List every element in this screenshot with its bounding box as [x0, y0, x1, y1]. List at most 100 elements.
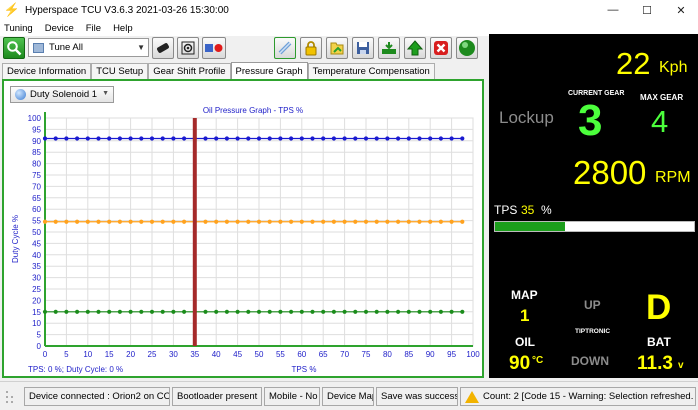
x-tick-label: 100: [466, 350, 480, 359]
series-2-point: [117, 219, 122, 224]
series-1-point: [310, 136, 315, 141]
y-tick-label: 100: [28, 114, 42, 123]
eraser-button[interactable]: [152, 37, 174, 59]
y-tick-label: 30: [32, 274, 41, 283]
series-1-point: [203, 136, 208, 141]
save-button[interactable]: [352, 37, 374, 59]
title-bar: ⚡ Hyperspace TCU V3.6.3 2021-03-26 15:30…: [0, 0, 698, 20]
menu-device[interactable]: Device: [45, 23, 74, 34]
series-3-point: [267, 309, 272, 314]
chip-write-icon: [382, 42, 396, 54]
y-tick-label: 15: [32, 308, 41, 317]
series-3-point: [64, 309, 69, 314]
y-tick-label: 80: [32, 160, 41, 169]
series-2-point: [460, 219, 465, 224]
y-tick-label: 10: [32, 319, 41, 328]
capture-button[interactable]: [177, 37, 199, 59]
series-3-point: [53, 309, 58, 314]
search-button[interactable]: [3, 37, 25, 59]
series-3-point: [182, 309, 187, 314]
series-3-point: [149, 309, 155, 314]
open-file-button[interactable]: [326, 37, 348, 59]
series-3-point: [203, 309, 208, 314]
series-1-point: [460, 136, 465, 141]
red-x-icon: [434, 41, 448, 55]
x-tick-label: 60: [297, 350, 306, 359]
menu-file[interactable]: File: [86, 23, 101, 34]
app-window: ⚡ Hyperspace TCU V3.6.3 2021-03-26 15:30…: [0, 0, 698, 410]
series-2-point: [203, 219, 208, 224]
series-3-point: [128, 309, 133, 314]
save-status: Save was successful!: [376, 387, 458, 406]
bat-label: BAT: [647, 335, 671, 349]
warning-status[interactable]: Count: 2 [Code 15 - Warning: Selection r…: [460, 387, 696, 406]
series-3-point: [449, 309, 454, 314]
series-2-point: [310, 219, 315, 224]
series-3-point: [385, 309, 390, 314]
tps-progress-bar: [494, 221, 695, 232]
tune-icon: [33, 42, 44, 53]
x-tick-label: 10: [83, 350, 92, 359]
series-1-point: [342, 136, 347, 141]
window-title: Hyperspace TCU V3.6.3 2021-03-26 15:30:0…: [25, 4, 229, 16]
lock-icon: [305, 41, 317, 56]
series-1-point: [139, 136, 144, 141]
series-1-point: [117, 136, 122, 141]
cancel-button[interactable]: [430, 37, 452, 59]
series-1-point: [85, 136, 90, 141]
series-2-point: [256, 219, 262, 224]
status-button[interactable]: [456, 37, 478, 59]
series-3-point: [75, 309, 80, 314]
lockup-indicator: Lockup: [499, 108, 554, 127]
series-3-point: [331, 309, 336, 314]
menu-tuning[interactable]: Tuning: [4, 23, 33, 34]
speed-unit: Kph: [659, 59, 688, 76]
series-3-point: [428, 309, 433, 314]
series-3-point: [107, 309, 112, 314]
battery-voltage-unit: v: [678, 360, 684, 371]
minimize-button[interactable]: —: [596, 0, 630, 20]
menu-help[interactable]: Help: [113, 23, 133, 34]
tab-device-information[interactable]: Device Information: [2, 63, 92, 79]
tab-pressure-graph[interactable]: Pressure Graph: [230, 62, 308, 79]
current-gear-value: 3: [578, 96, 603, 145]
tab-tcu-setup[interactable]: TCU Setup: [91, 63, 149, 79]
series-1-point: [417, 136, 422, 141]
app-logo-icon: ⚡: [3, 2, 21, 17]
x-tick-label: 35: [190, 350, 199, 359]
series-1-point: [438, 136, 443, 141]
series-1-point: [149, 136, 155, 141]
write-device-button[interactable]: [378, 37, 400, 59]
series-2-point: [107, 219, 112, 224]
battery-voltage-value: 11.3: [637, 353, 673, 374]
series-3-point: [342, 309, 347, 314]
y-tick-label: 50: [32, 228, 41, 237]
connect-button[interactable]: [274, 37, 296, 59]
device-map-status[interactable]: Device Map: [322, 387, 374, 406]
device-status: Device connected : Orion2 on COM4: [24, 387, 170, 406]
series-1-point: [224, 136, 229, 141]
series-1-point: [96, 136, 101, 141]
close-window-button[interactable]: ✕: [664, 0, 698, 20]
series-2-point: [428, 219, 433, 224]
series-2-point: [160, 219, 165, 224]
series-1-point: [182, 136, 187, 141]
series-2-point: [438, 219, 443, 224]
tune-select[interactable]: Tune All ▼: [28, 38, 149, 57]
series-3-point: [117, 309, 122, 314]
series-2-point: [342, 219, 347, 224]
x-tick-label: 40: [212, 350, 221, 359]
maximize-button[interactable]: ☐: [630, 0, 664, 20]
series-3-point: [310, 309, 315, 314]
tab-temperature-compensation[interactable]: Temperature Compensation: [307, 63, 435, 79]
record-button[interactable]: [202, 37, 226, 59]
series-1-point: [42, 136, 48, 141]
lock-button[interactable]: [300, 37, 322, 59]
series-3-point: [256, 309, 262, 314]
oil-pressure-chart[interactable]: Oil Pressure Graph - TPS % Duty Cycle % …: [4, 81, 482, 376]
series-3-point: [417, 309, 422, 314]
upload-button[interactable]: [404, 37, 426, 59]
tab-gear-shift-profile[interactable]: Gear Shift Profile: [148, 63, 231, 79]
series-3-point: [246, 309, 251, 314]
series-1-point: [267, 136, 272, 141]
